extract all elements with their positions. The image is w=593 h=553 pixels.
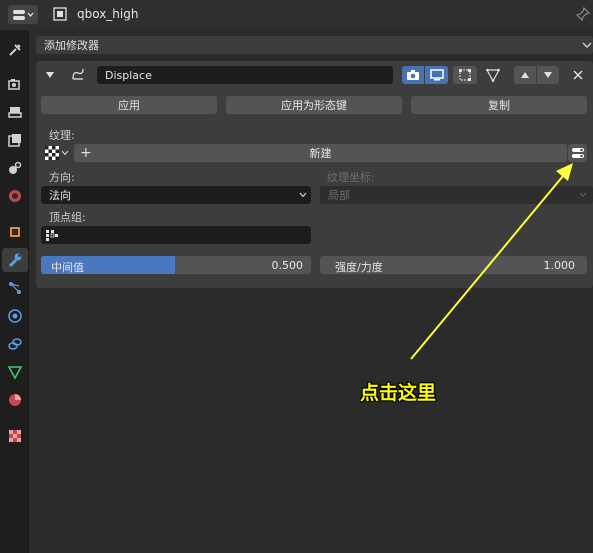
annotation-arrow — [410, 163, 573, 360]
annotation-text: 点击这里 — [360, 382, 437, 404]
